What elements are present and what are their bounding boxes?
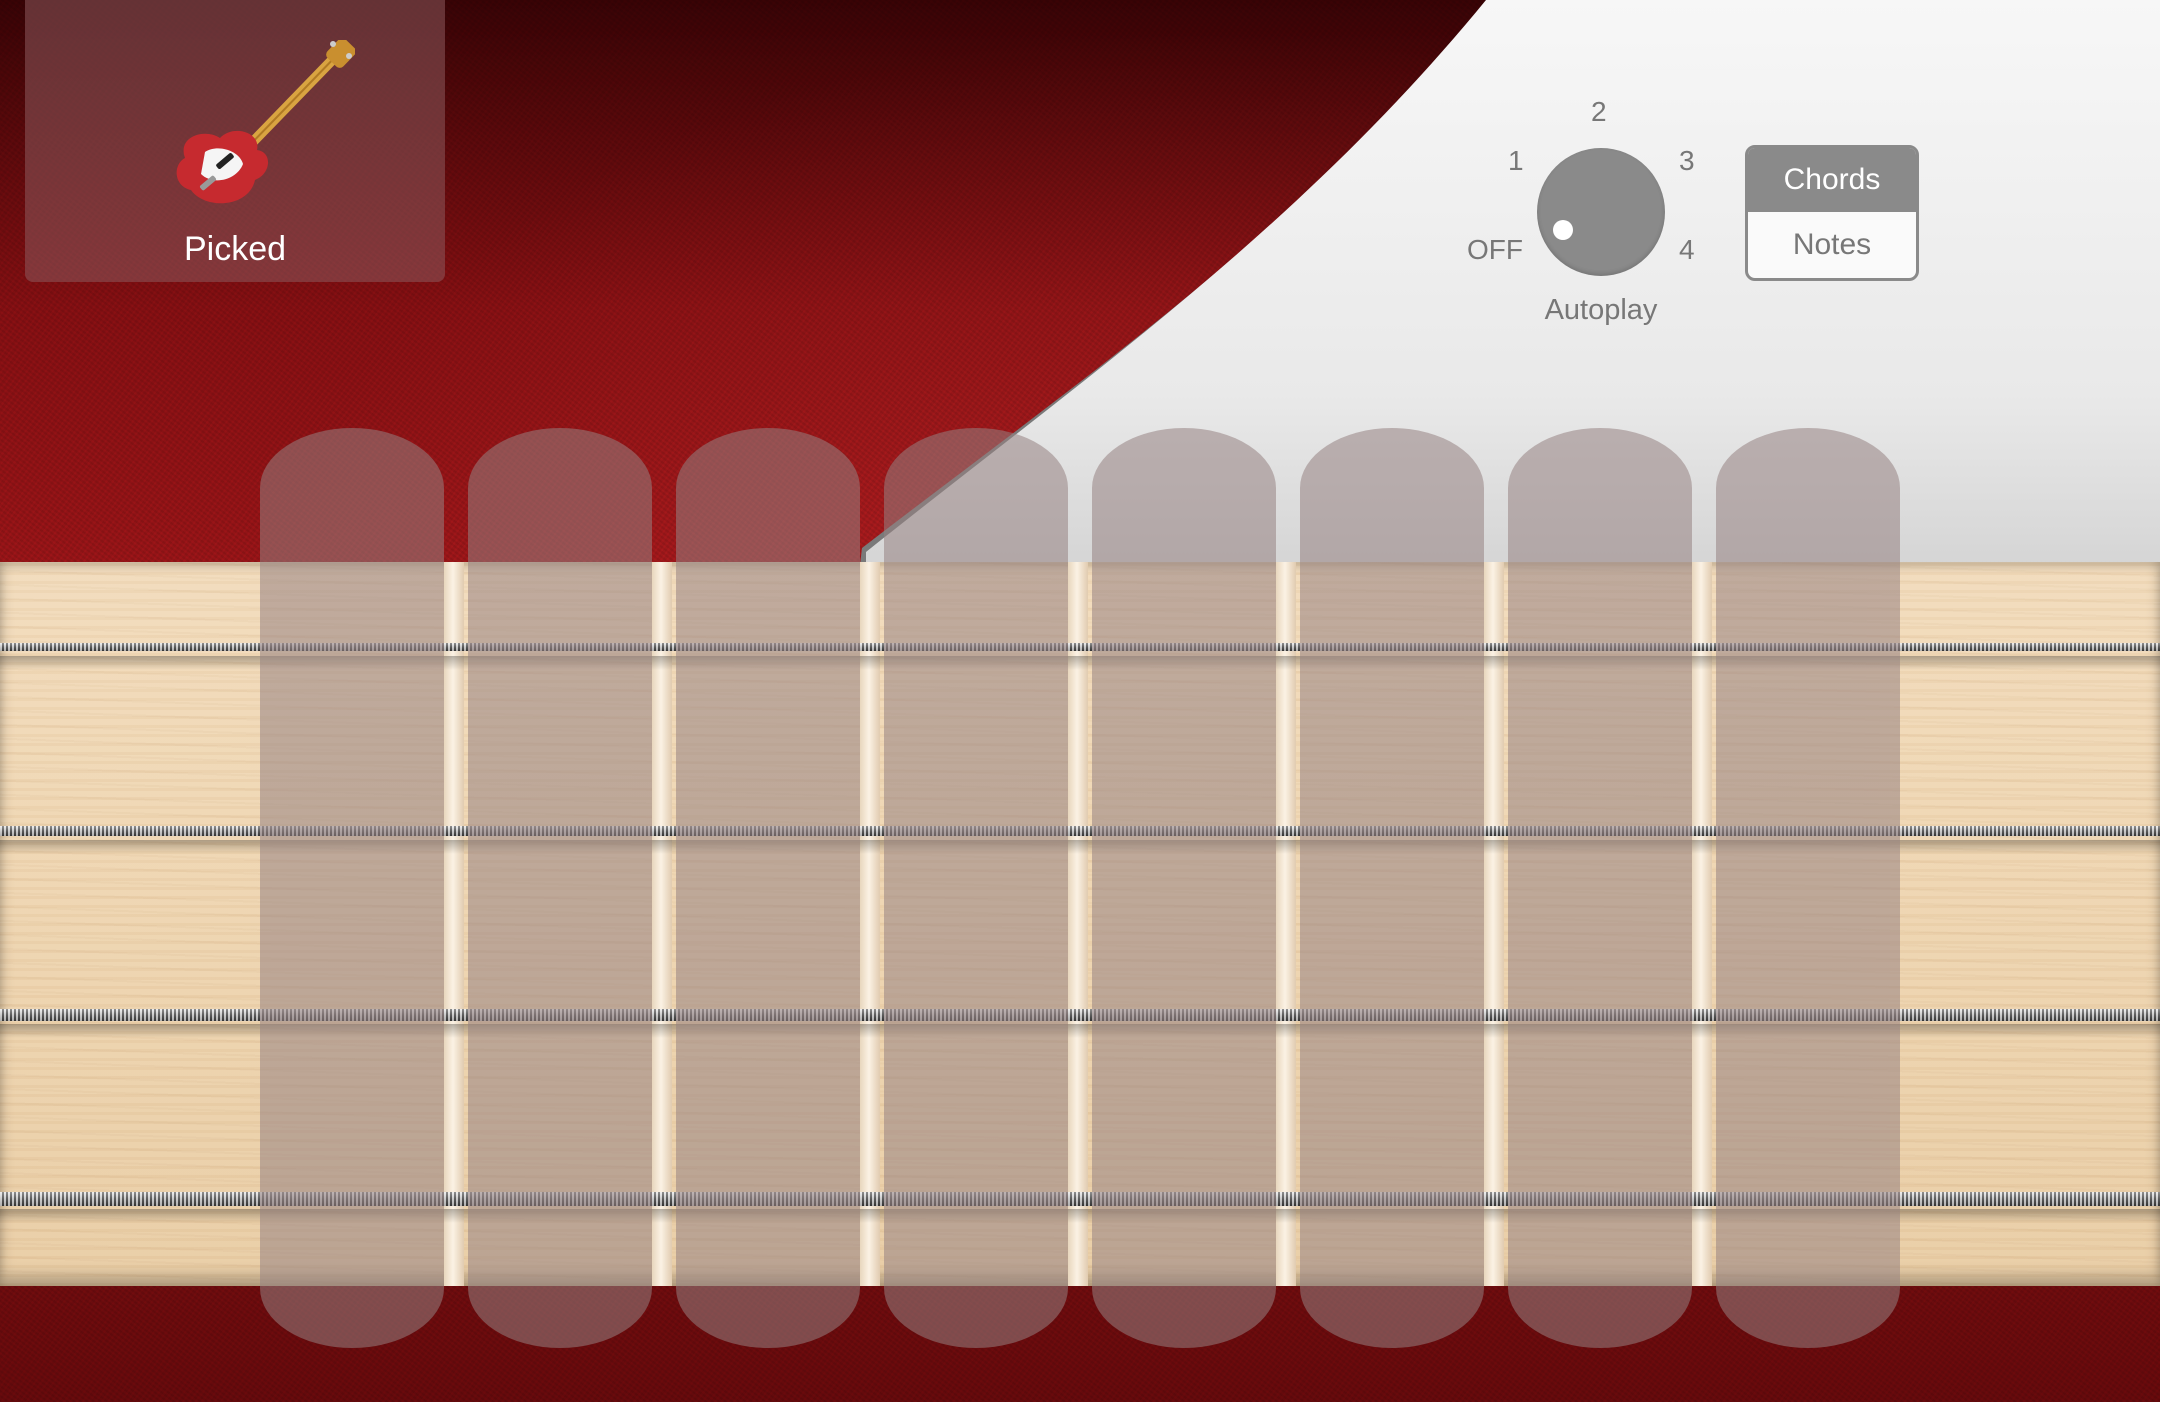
fret <box>860 562 880 1286</box>
fret <box>652 562 672 1286</box>
chords-notes-switch[interactable]: Chords Notes <box>1745 145 1919 281</box>
notes-segment[interactable]: Notes <box>1748 212 1916 278</box>
instrument-selector[interactable]: Picked <box>25 0 445 282</box>
chord-strip-4[interactable] <box>884 428 1068 1348</box>
chord-strip-1[interactable] <box>260 428 444 1348</box>
guitar-stage: Picked 2 1 3 OFF 4 Autoplay Chords Notes <box>0 0 2160 1402</box>
knob-indicator <box>1553 220 1573 240</box>
fret <box>1068 562 1088 1286</box>
chord-strip-3[interactable] <box>676 428 860 1348</box>
fret <box>444 562 464 1286</box>
autoplay-position-1[interactable]: 1 <box>1508 145 1524 177</box>
autoplay-knob[interactable] <box>1537 148 1665 276</box>
instrument-name: Picked <box>183 230 287 268</box>
fret <box>1484 562 1504 1286</box>
chord-strip-5[interactable] <box>1092 428 1276 1348</box>
autoplay-label: Autoplay <box>1544 294 1658 326</box>
chord-strip-2[interactable] <box>468 428 652 1348</box>
autoplay-position-2[interactable]: 2 <box>1591 96 1607 128</box>
bass-guitar-icon <box>176 40 355 204</box>
chord-strip-7[interactable] <box>1508 428 1692 1348</box>
chord-strip-8[interactable] <box>1716 428 1900 1348</box>
autoplay-position-4[interactable]: 4 <box>1679 234 1695 266</box>
chord-strip-6[interactable] <box>1300 428 1484 1348</box>
fret <box>1276 562 1296 1286</box>
autoplay-position-3[interactable]: 3 <box>1679 145 1695 177</box>
fret <box>1692 562 1712 1286</box>
autoplay-position-off[interactable]: OFF <box>1467 234 1523 266</box>
chords-segment[interactable]: Chords <box>1748 148 1916 212</box>
